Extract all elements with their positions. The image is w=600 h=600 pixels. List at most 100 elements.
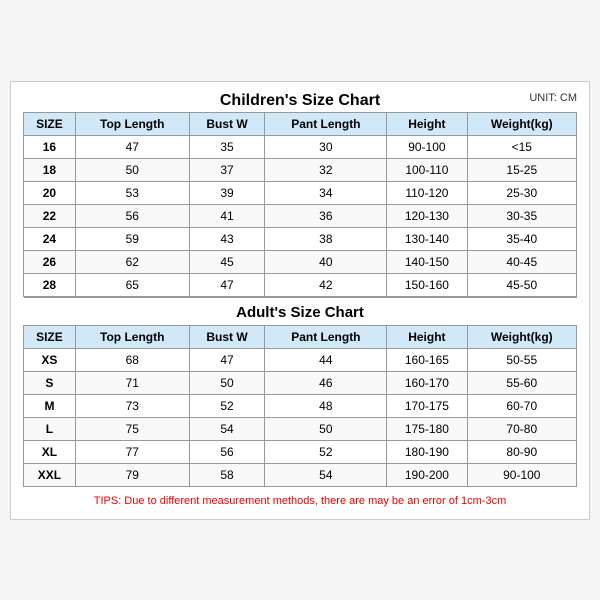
children-cell: 30-35: [467, 204, 576, 227]
adult-cell: S: [24, 371, 76, 394]
children-tbody: 1647353090-100<1518503732100-11015-25205…: [24, 135, 577, 296]
children-cell: 40: [265, 250, 387, 273]
adult-cell: 170-175: [387, 394, 467, 417]
adult-cell: 160-165: [387, 348, 467, 371]
adult-cell: 52: [265, 440, 387, 463]
children-cell: 34: [265, 181, 387, 204]
children-cell: 140-150: [387, 250, 467, 273]
tips-text: TIPS: Due to different measurement metho…: [23, 493, 577, 509]
children-cell: 30: [265, 135, 387, 158]
children-cell: 20: [24, 181, 76, 204]
children-cell: 120-130: [387, 204, 467, 227]
children-row: 22564136120-13030-35: [24, 204, 577, 227]
adult-cell: 80-90: [467, 440, 576, 463]
adult-cell: L: [24, 417, 76, 440]
children-cell: <15: [467, 135, 576, 158]
children-cell: 35-40: [467, 227, 576, 250]
col-top-length: Top Length: [75, 112, 189, 135]
adult-col-pant-length: Pant Length: [265, 325, 387, 348]
children-cell: 65: [75, 273, 189, 296]
adult-cell: 75: [75, 417, 189, 440]
adult-title-text: Adult's Size Chart: [24, 297, 577, 325]
children-cell: 38: [265, 227, 387, 250]
adult-cell: 46: [265, 371, 387, 394]
adult-cell: 60-70: [467, 394, 576, 417]
adult-cell: 160-170: [387, 371, 467, 394]
adult-cell: 58: [189, 463, 265, 486]
adult-cell: M: [24, 394, 76, 417]
children-cell: 39: [189, 181, 265, 204]
children-row: 24594338130-14035-40: [24, 227, 577, 250]
children-cell: 50: [75, 158, 189, 181]
children-cell: 130-140: [387, 227, 467, 250]
adult-cell: 50-55: [467, 348, 576, 371]
children-cell: 47: [189, 273, 265, 296]
children-size-table: SIZE Top Length Bust W Pant Length Heigh…: [23, 112, 577, 297]
adult-col-size: SIZE: [24, 325, 76, 348]
children-cell: 45: [189, 250, 265, 273]
adult-row: S715046160-17055-60: [24, 371, 577, 394]
adult-cell: 44: [265, 348, 387, 371]
children-cell: 22: [24, 204, 76, 227]
unit-label: UNIT: CM: [529, 92, 577, 104]
adult-cell: 70-80: [467, 417, 576, 440]
col-height: Height: [387, 112, 467, 135]
children-cell: 47: [75, 135, 189, 158]
adult-header-row: SIZE Top Length Bust W Pant Length Heigh…: [24, 325, 577, 348]
adult-cell: 175-180: [387, 417, 467, 440]
children-cell: 59: [75, 227, 189, 250]
adult-size-table: Adult's Size Chart SIZE Top Length Bust …: [23, 297, 577, 487]
children-cell: 53: [75, 181, 189, 204]
adult-row: L755450175-18070-80: [24, 417, 577, 440]
children-cell: 41: [189, 204, 265, 227]
children-cell: 15-25: [467, 158, 576, 181]
children-cell: 36: [265, 204, 387, 227]
main-title: Children's Size Chart UNIT: CM: [23, 92, 577, 110]
adult-cell: 90-100: [467, 463, 576, 486]
children-cell: 40-45: [467, 250, 576, 273]
children-cell: 100-110: [387, 158, 467, 181]
adult-cell: 56: [189, 440, 265, 463]
adult-col-height: Height: [387, 325, 467, 348]
children-cell: 62: [75, 250, 189, 273]
col-bust-w: Bust W: [189, 112, 265, 135]
adult-row: XS684744160-16550-55: [24, 348, 577, 371]
children-cell: 35: [189, 135, 265, 158]
children-row: 18503732100-11015-25: [24, 158, 577, 181]
children-cell: 110-120: [387, 181, 467, 204]
col-pant-length: Pant Length: [265, 112, 387, 135]
children-row: 26624540140-15040-45: [24, 250, 577, 273]
adult-cell: 71: [75, 371, 189, 394]
adult-cell: 54: [265, 463, 387, 486]
adult-col-bust-w: Bust W: [189, 325, 265, 348]
adult-cell: 55-60: [467, 371, 576, 394]
adult-cell: 68: [75, 348, 189, 371]
adult-cell: 54: [189, 417, 265, 440]
children-header-row: SIZE Top Length Bust W Pant Length Heigh…: [24, 112, 577, 135]
children-cell: 90-100: [387, 135, 467, 158]
adult-cell: 190-200: [387, 463, 467, 486]
children-cell: 43: [189, 227, 265, 250]
adult-cell: 47: [189, 348, 265, 371]
children-cell: 24: [24, 227, 76, 250]
children-cell: 45-50: [467, 273, 576, 296]
adult-cell: 180-190: [387, 440, 467, 463]
children-row: 1647353090-100<15: [24, 135, 577, 158]
children-cell: 32: [265, 158, 387, 181]
children-cell: 25-30: [467, 181, 576, 204]
children-row: 20533934110-12025-30: [24, 181, 577, 204]
adult-title-row: Adult's Size Chart: [24, 297, 577, 325]
adult-col-top-length: Top Length: [75, 325, 189, 348]
adult-cell: 73: [75, 394, 189, 417]
adult-cell: XS: [24, 348, 76, 371]
adult-cell: 48: [265, 394, 387, 417]
children-title-text: Children's Size Chart: [220, 92, 380, 109]
chart-container: Children's Size Chart UNIT: CM SIZE Top …: [10, 81, 590, 520]
adult-row: XL775652180-19080-90: [24, 440, 577, 463]
adult-cell: 52: [189, 394, 265, 417]
col-weight: Weight(kg): [467, 112, 576, 135]
children-cell: 18: [24, 158, 76, 181]
adult-cell: XL: [24, 440, 76, 463]
children-cell: 37: [189, 158, 265, 181]
adult-cell: 79: [75, 463, 189, 486]
